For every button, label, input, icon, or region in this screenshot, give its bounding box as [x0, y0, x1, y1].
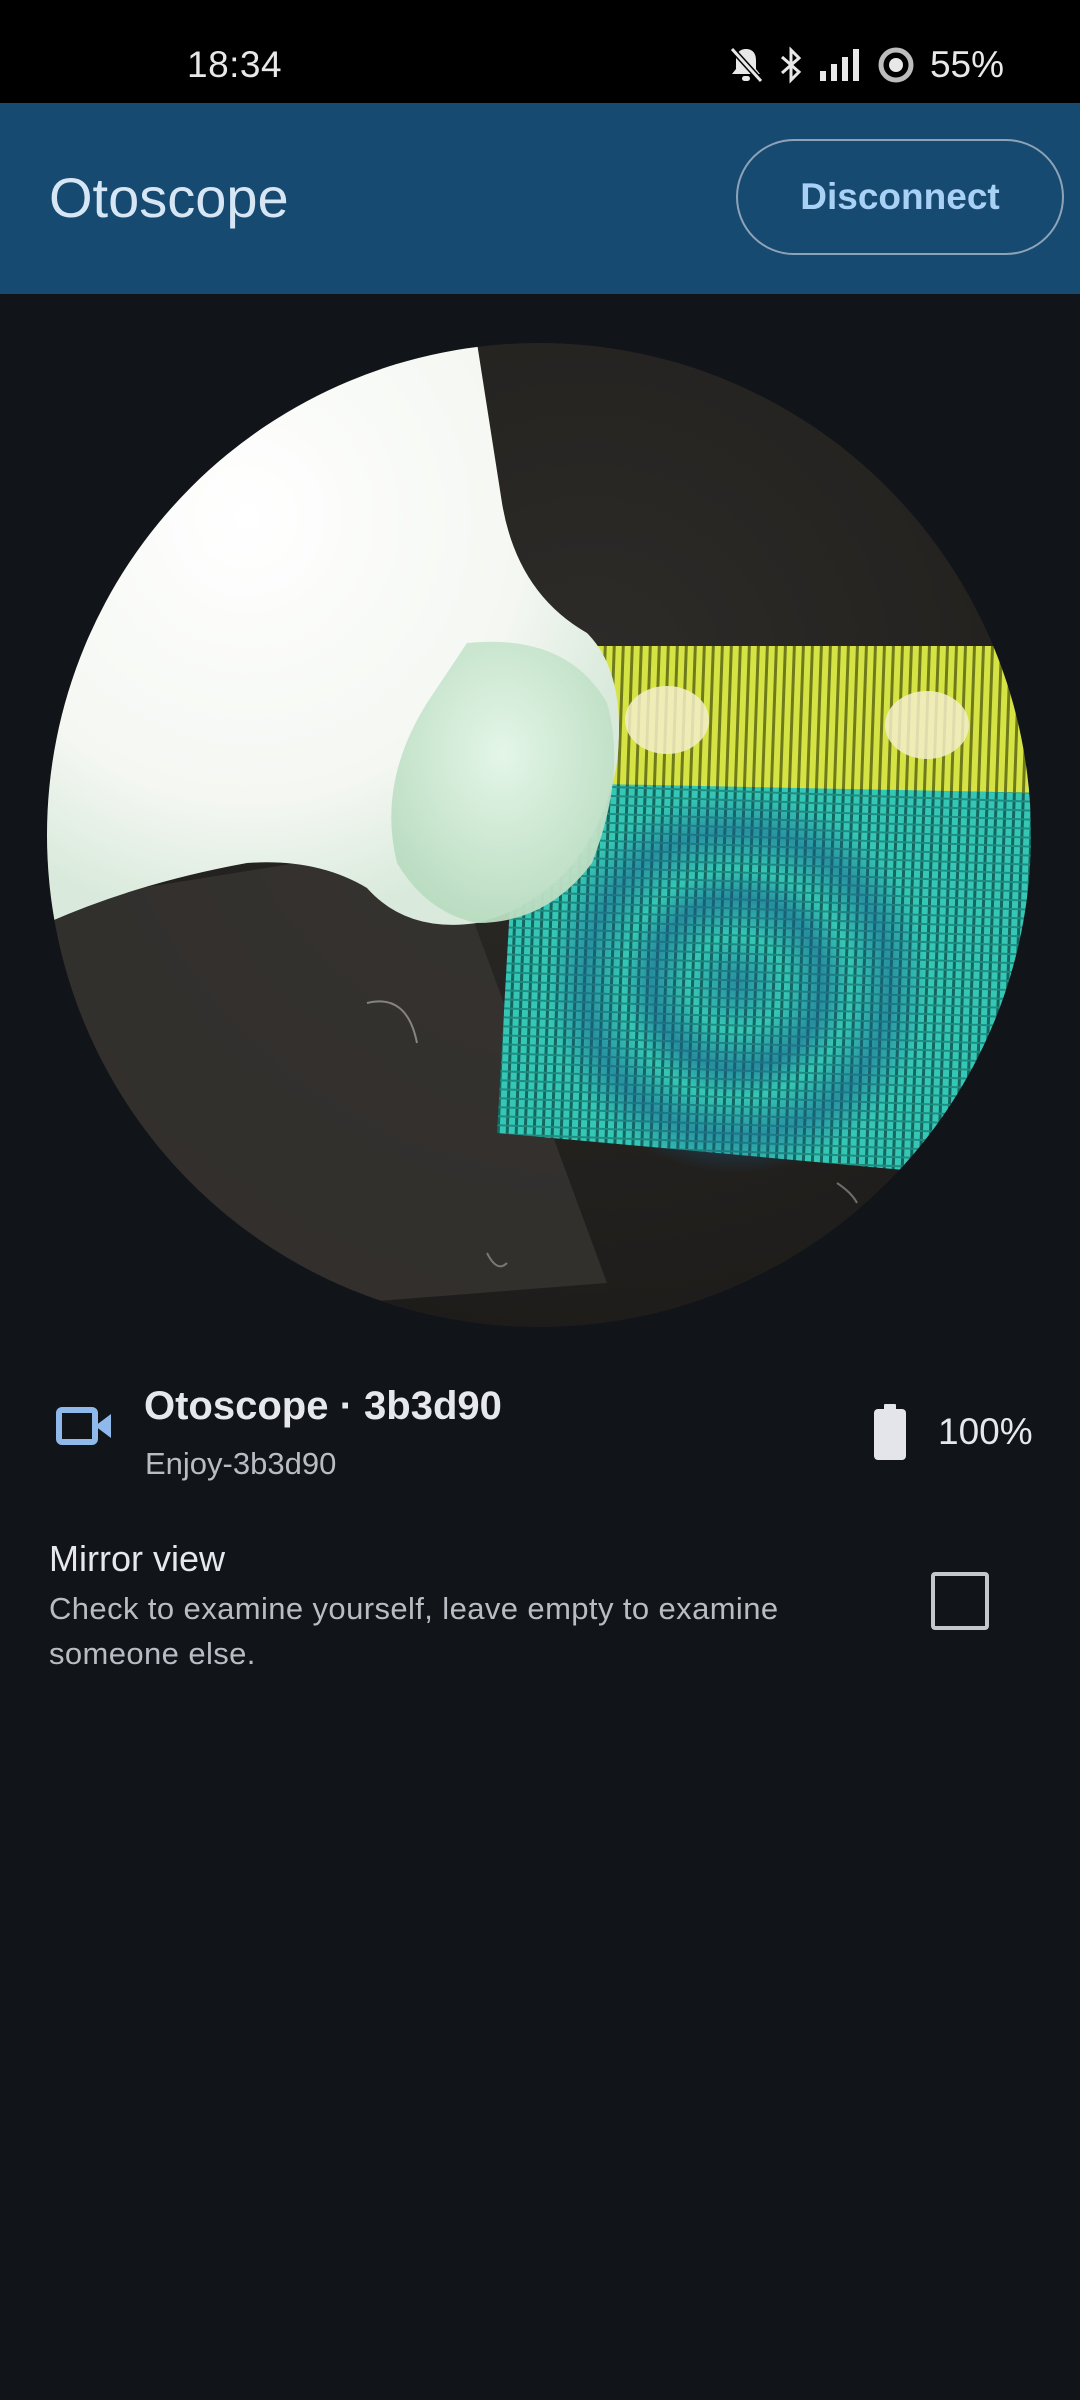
mirror-view-title: Mirror view — [49, 1538, 225, 1579]
app-bar: Otoscope Disconnect — [0, 103, 1080, 294]
device-network: Enjoy-3b3d90 — [145, 1446, 337, 1481]
status-battery: 55% — [929, 44, 1004, 85]
device-name: Otoscope · 3b3d90 — [144, 1384, 502, 1428]
status-icons: 55% — [728, 40, 1004, 90]
status-bar: 18:34 55% — [0, 0, 1080, 103]
device-battery-level: 100% — [938, 1411, 1033, 1452]
bluetooth-icon — [778, 45, 804, 85]
signal-icon — [818, 45, 862, 85]
mirror-view-description: Check to examine yourself, leave empty t… — [49, 1591, 779, 1671]
app-title: Otoscope — [49, 166, 289, 229]
bell-off-icon — [728, 45, 764, 85]
mirror-view-checkbox[interactable] — [931, 1572, 989, 1630]
battery-icon — [872, 1402, 908, 1467]
mirror-view-setting: Mirror view Check to examine yourself, l… — [0, 1530, 1080, 1680]
data-saver-icon — [876, 45, 916, 85]
device-info: Otoscope · 3b3d90 Enjoy-3b3d90 100% — [0, 1370, 1080, 1490]
status-time: 18:34 — [187, 44, 283, 85]
disconnect-button[interactable]: Disconnect — [736, 139, 1064, 255]
camera-preview — [47, 343, 1031, 1327]
video-camera-icon — [56, 1406, 114, 1451]
